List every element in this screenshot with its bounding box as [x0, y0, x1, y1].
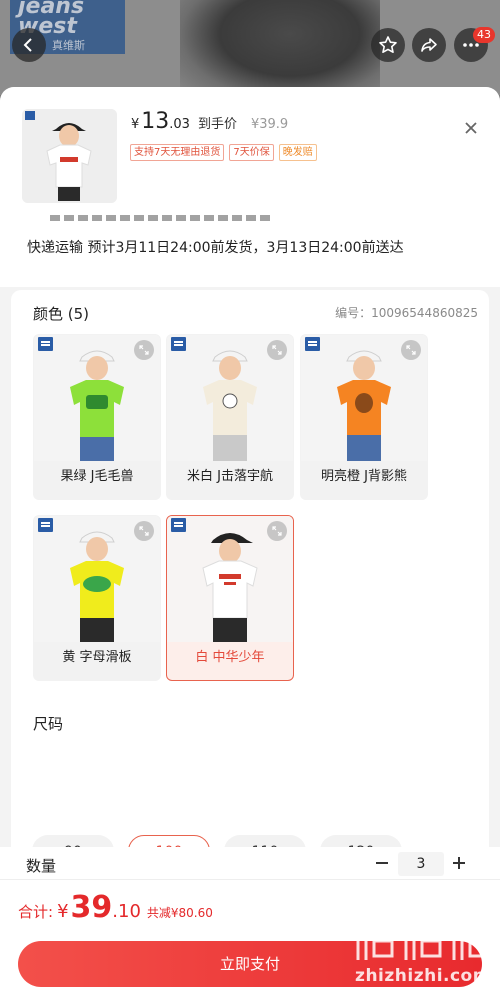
quantity-decrease-button[interactable]: [374, 855, 390, 871]
color-option-label: 黄 字母滑板: [62, 650, 132, 665]
favorite-button[interactable]: [371, 28, 405, 62]
star-icon: [379, 36, 397, 53]
total-currency: ¥: [57, 901, 69, 922]
color-option-white-selected[interactable]: 白 中华少年: [166, 515, 294, 681]
tag-late-compensation: 晚发赔: [278, 144, 317, 161]
size-section-title: 尺码: [33, 715, 64, 733]
price-decimal: .03: [169, 117, 190, 132]
close-button[interactable]: [460, 117, 482, 139]
watermark-text: zhizhizhi.com: [355, 966, 491, 986]
total-label: 合计:: [18, 903, 54, 921]
zoom-button[interactable]: [267, 340, 287, 360]
color-option-label: 果绿 J毛毛兽: [60, 469, 134, 484]
color-option-image: [34, 516, 160, 642]
watermark-logo-icon: [356, 924, 490, 960]
notification-badge: 43: [473, 27, 495, 43]
total-integer: 39: [70, 890, 113, 925]
color-option-label: 米白 J击落宇航: [187, 469, 273, 484]
color-option-image: [167, 335, 293, 461]
chevron-left-icon: [23, 38, 32, 52]
product-thumbnail-image: [22, 109, 117, 203]
quantity-input[interactable]: 3: [398, 852, 444, 876]
price-row: ¥ 13 .03 到手价 ¥39.9: [131, 109, 288, 134]
color-option-label: 白 中华少年: [195, 650, 265, 665]
background-model-image: [180, 0, 380, 95]
price-label: 到手价: [197, 117, 237, 132]
site-watermark: zhizhizhi.com: [352, 916, 494, 996]
share-button[interactable]: [412, 28, 446, 62]
color-section-title: 颜色 (5): [33, 305, 90, 323]
color-option-label: 明亮橙 J背影熊: [321, 469, 407, 484]
back-button[interactable]: [12, 28, 46, 62]
zoom-button[interactable]: [134, 521, 154, 541]
color-option-off-white[interactable]: 米白 J击落宇航: [166, 334, 294, 500]
color-option-bright-orange[interactable]: 明亮橙 J背影熊: [300, 334, 428, 500]
service-tags: 支持7天无理由退货 7天价保 晚发赔: [130, 144, 317, 161]
tag-return: 支持7天无理由退货: [130, 144, 225, 161]
total-saving: 共减¥80.60: [146, 906, 213, 920]
total-decimal: .10: [112, 901, 141, 922]
expand-icon: [406, 345, 416, 355]
quantity-increase-button[interactable]: [451, 855, 467, 871]
expand-icon: [272, 345, 282, 355]
close-icon: [465, 122, 477, 134]
color-option-fruit-green[interactable]: 果绿 J毛毛兽: [33, 334, 161, 500]
brand-mini-logo: [38, 337, 53, 351]
product-summary: ¥ 13 .03 到手价 ¥39.9 支持7天无理由退货 7天价保 晚发赔: [0, 87, 500, 215]
zoom-button[interactable]: [267, 521, 287, 541]
total-price: 合计: ¥ 39 .10 共减¥80.60: [18, 890, 213, 925]
brand-mini-logo: [38, 518, 53, 532]
address-text-cutoff: [50, 215, 270, 221]
brand-mini-logo: [305, 337, 320, 351]
expand-icon: [272, 526, 282, 536]
quantity-label: 数量: [26, 857, 57, 875]
options-panel: 颜色 (5) 编号：10096544860825 果绿 J毛毛兽 米白 J击落宇…: [11, 290, 489, 912]
shipping-info: 快递运输 预计3月11日24:00前发货，3月13日24:00前送达: [0, 215, 500, 287]
zoom-button[interactable]: [134, 340, 154, 360]
zoom-button[interactable]: [401, 340, 421, 360]
original-price: ¥39.9: [250, 117, 289, 132]
brand-mini-logo: [171, 337, 186, 351]
brand-mini-logo: [171, 518, 186, 532]
color-option-yellow[interactable]: 黄 字母滑板: [33, 515, 161, 681]
color-option-image: [167, 516, 293, 642]
expand-icon: [139, 345, 149, 355]
purchase-sheet: ¥ 13 .03 到手价 ¥39.9 支持7天无理由退货 7天价保 晚发赔 快递…: [0, 87, 500, 1002]
color-option-image: [34, 335, 160, 461]
tag-price-protect: 7天价保: [229, 144, 274, 161]
price-currency: ¥: [131, 117, 140, 132]
product-thumbnail[interactable]: [22, 109, 117, 203]
share-arrow-icon: [421, 38, 437, 52]
color-option-image: [301, 335, 427, 461]
expand-icon: [139, 526, 149, 536]
product-code: 编号：10096544860825: [335, 306, 478, 320]
price-integer: 13: [141, 109, 170, 134]
brand-logo-line3: 真维斯: [52, 39, 85, 52]
shipping-text: 快递运输 预计3月11日24:00前发货，3月13日24:00前送达: [27, 240, 404, 256]
